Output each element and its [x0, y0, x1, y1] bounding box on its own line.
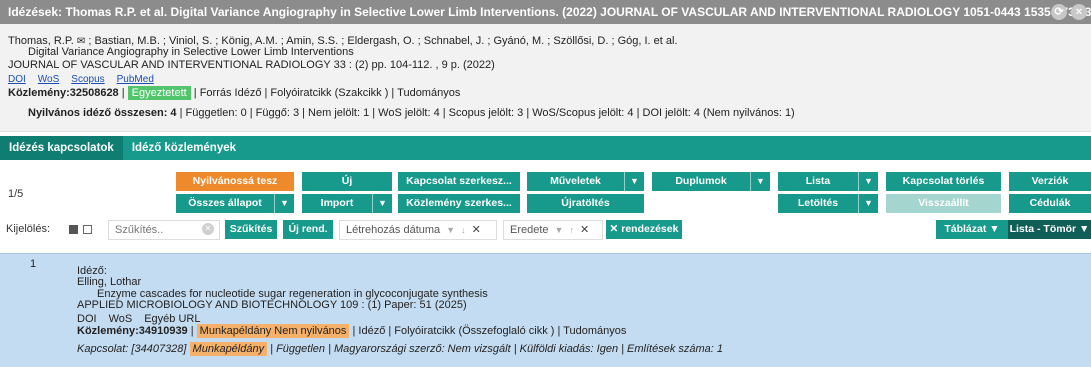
sort-created-date[interactable]: Létrehozás dátuma ▼ ↓ ✕: [339, 220, 497, 240]
publication-journal: JOURNAL OF VASCULAR AND INTERVENTIONAL R…: [8, 59, 495, 71]
download-label: Letöltés: [797, 197, 839, 209]
item-link-meta: | Független | Magyarországi szerző: Nem …: [270, 343, 724, 355]
restore-button[interactable]: Visszaállít: [886, 194, 1001, 213]
new-button[interactable]: Új: [302, 172, 392, 191]
doi-link[interactable]: DOI: [8, 74, 26, 85]
item-link-badge: Munkapéldány: [189, 342, 268, 356]
edit-link-button[interactable]: Kapcsolat szerkesz...: [398, 172, 520, 191]
list-mode-button[interactable]: Lista - Tömör ▼: [1008, 220, 1091, 239]
publication-meta: | Forrás Idéző | Folyóiratcikk (Szakcikk…: [193, 87, 461, 99]
sort-origin[interactable]: Eredete ▼ ↑ ✕: [503, 220, 603, 240]
chevron-down-icon[interactable]: ▼: [750, 172, 770, 191]
list-button[interactable]: Lista ▼: [778, 172, 878, 191]
all-status-label: Összes állapot: [188, 197, 262, 209]
citation-stats: Nyilvános idéző összesen: 4 | Független:…: [28, 107, 795, 119]
refresh-icon[interactable]: ⟳: [1051, 4, 1067, 20]
pubmed-link[interactable]: PubMed: [117, 74, 154, 85]
record-counter: 1/5: [8, 188, 24, 200]
item-publication-id[interactable]: Közlemény:34910939: [77, 325, 188, 337]
item-link-line: Kapcsolat: [34407328] Munkapéldány | Füg…: [77, 342, 724, 356]
list-item[interactable]: 1 Idéző: Elling, Lothar Enzyme cascades …: [0, 253, 1091, 367]
chevron-down-icon: ▼: [1079, 223, 1090, 235]
item-link-id: Kapcsolat: [34407328]: [77, 343, 187, 355]
all-status-button[interactable]: Összes állapot ▼: [176, 194, 294, 213]
filter-row: Kijelölés: ✕ Szűkítés Új rend. Létrehozá…: [0, 220, 1091, 240]
select-none-checkbox[interactable]: [83, 225, 92, 234]
duplicates-label: Duplumok: [675, 175, 727, 187]
chevron-down-icon[interactable]: ▼: [858, 194, 878, 213]
versions-button[interactable]: Verziók: [1009, 172, 1091, 191]
wos-link[interactable]: WoS: [38, 74, 60, 85]
item-index: 1: [30, 258, 37, 270]
window-title: Idézések: Thomas R.P. et al. Digital Var…: [8, 5, 1091, 19]
chevron-down-icon[interactable]: ▼: [858, 172, 878, 191]
clear-search-icon[interactable]: ✕: [202, 223, 214, 235]
cards-button[interactable]: Cédulák: [1009, 194, 1091, 213]
delete-link-button[interactable]: Kapcsolat törlés: [886, 172, 1001, 191]
import-button[interactable]: Import ▼: [302, 194, 392, 213]
tab-citing-publications[interactable]: Idéző közlemények: [123, 136, 245, 160]
status-badge: Egyeztetett: [127, 86, 191, 100]
publication-id-line: Közlemény:32508628 | Egyeztetett | Forrá…: [8, 86, 461, 100]
remove-sort-icon[interactable]: ✕: [472, 224, 481, 236]
tab-citation-links[interactable]: Idézés kapcsolatok: [0, 136, 123, 160]
close-icon: ✕: [609, 223, 622, 235]
edit-publication-button[interactable]: Közlemény szerkes...: [398, 194, 520, 213]
wos-link[interactable]: WoS: [109, 313, 133, 325]
duplicates-button[interactable]: Duplumok ▼: [652, 172, 770, 191]
import-label: Import: [320, 197, 354, 209]
item-meta: | Idéző | Folyóiratcikk (Összefoglaló ci…: [352, 325, 627, 337]
selection-label: Kijelölés:: [6, 223, 51, 235]
sort-created-label: Létrehozás dátuma: [346, 224, 441, 236]
new-order-button[interactable]: Új rend.: [283, 220, 333, 239]
chevron-down-icon: ▼: [989, 223, 1000, 235]
publication-id[interactable]: Közlemény:32508628: [8, 87, 119, 99]
sort-origin-label: Eredete: [510, 224, 549, 236]
table-view-label: Táblázat: [944, 223, 987, 235]
list-label: Lista: [805, 175, 831, 187]
tab-bar: Idézés kapcsolatok Idéző közlemények: [0, 136, 1091, 160]
other-url-link[interactable]: Egyéb URL: [144, 313, 200, 325]
download-button[interactable]: Letöltés ▼: [778, 194, 878, 213]
chevron-down-icon[interactable]: ▼: [446, 225, 455, 235]
item-author: Elling, Lothar: [77, 276, 142, 288]
item-id-line: Közlemény:34910939 | Munkapéldány Nem ny…: [77, 324, 627, 338]
item-status-badge: Munkapéldány Nem nyilvános: [196, 324, 350, 338]
chevron-down-icon[interactable]: ▼: [624, 172, 644, 191]
narrow-button[interactable]: Szűkítés: [225, 220, 277, 239]
operations-label: Műveletek: [550, 175, 601, 187]
chevron-down-icon[interactable]: ▼: [372, 194, 392, 213]
publication-links: DOI WoS Scopus PubMed: [8, 74, 154, 85]
chevron-down-icon[interactable]: ▼: [555, 225, 564, 235]
close-icon[interactable]: ×: [1071, 4, 1087, 20]
publication-header: Thomas, R.P. ✉ ; Bastian, M.B. ; Viniol,…: [0, 24, 1091, 132]
public-citer-total: Nyilvános idéző összesen: 4: [28, 107, 177, 119]
table-view-button[interactable]: Táblázat ▼: [936, 220, 1008, 239]
reload-button[interactable]: Újratöltés: [527, 194, 644, 213]
clear-sorts-button[interactable]: ✕ rendezések: [606, 220, 682, 239]
citation-stats-rest: | Független: 0 | Függő: 3 | Nem jelölt: …: [179, 107, 795, 119]
select-all-checkbox[interactable]: [69, 225, 78, 234]
chevron-down-icon[interactable]: ▼: [274, 194, 294, 213]
clear-sorts-label: rendezések: [621, 223, 679, 235]
list-mode-label: Lista - Tömör: [1009, 223, 1077, 235]
publish-button[interactable]: Nyilvánossá tesz: [176, 172, 294, 191]
remove-sort-icon[interactable]: ✕: [580, 224, 589, 236]
item-links: DOI WoS Egyéb URL: [77, 313, 200, 325]
operations-button[interactable]: Műveletek ▼: [527, 172, 644, 191]
scopus-link[interactable]: Scopus: [71, 74, 104, 85]
doi-link[interactable]: DOI: [77, 313, 97, 325]
item-journal: APPLIED MICROBIOLOGY AND BIOTECHNOLOGY 1…: [77, 299, 467, 311]
sort-down-arrow-icon[interactable]: ↓: [461, 225, 466, 235]
window-title-bar: Idézések: Thomas R.P. et al. Digital Var…: [0, 0, 1091, 24]
publication-title: Digital Variance Angiography in Selectiv…: [28, 46, 354, 58]
sort-up-arrow-icon[interactable]: ↑: [569, 225, 574, 235]
